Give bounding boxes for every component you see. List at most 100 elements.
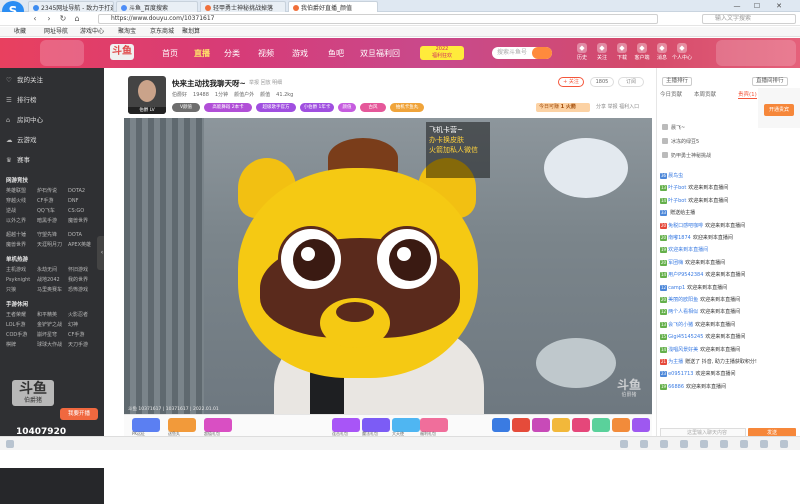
sidebar-category[interactable]: 马里奥赛车 bbox=[37, 286, 68, 293]
panel-tab[interactable]: 本周贡献 bbox=[694, 90, 716, 98]
nav-item[interactable]: 视频 bbox=[258, 48, 274, 59]
sidebar-category[interactable]: APEX英雄 bbox=[68, 241, 99, 248]
chat-message[interactable]: 13 会飞的小猪 欢迎来到本直播间 bbox=[660, 321, 800, 328]
sidebar-category[interactable]: 以外之界 bbox=[6, 217, 37, 224]
sidebar-item[interactable]: ☁ 云游戏 bbox=[6, 134, 37, 144]
chat-username[interactable]: 叶子bot bbox=[668, 185, 686, 191]
sidebar-category[interactable]: 永劫无间 bbox=[37, 266, 68, 273]
gift-item[interactable] bbox=[332, 418, 360, 432]
sidebar-item[interactable]: ♡ 我的关注 bbox=[6, 74, 43, 84]
panel-tab[interactable]: 今日贡献 bbox=[660, 90, 682, 98]
sidebar-category[interactable]: DNF bbox=[68, 198, 99, 204]
sidebar-category[interactable]: COD手游 bbox=[6, 331, 37, 338]
sidebar-category[interactable]: 火影忍者 bbox=[68, 311, 99, 318]
forward-icon[interactable]: › bbox=[44, 14, 54, 24]
chat-username[interactable]: 军团嗨 bbox=[668, 260, 683, 266]
status-icon[interactable] bbox=[760, 440, 768, 448]
close-icon[interactable]: ✕ bbox=[770, 0, 788, 12]
maximize-icon[interactable]: ☐ bbox=[748, 0, 766, 12]
sidebar-category[interactable]: 幻神 bbox=[68, 321, 99, 328]
sidebar-category[interactable]: 主机游戏 bbox=[6, 266, 37, 273]
gift-item[interactable] bbox=[592, 418, 610, 432]
open-vip-button[interactable]: 开通贵宾 bbox=[764, 104, 794, 116]
bookmark-item[interactable]: 聚淘宝 bbox=[118, 28, 136, 36]
chat-message[interactable]: 13 叶子bot 欢迎来到本直播间 bbox=[660, 184, 800, 192]
sidebar-category[interactable]: 球球大作战 bbox=[37, 341, 68, 348]
sidebar-category[interactable]: 金铲铲之战 bbox=[37, 321, 68, 328]
streamer-avatar[interactable]: 伯爵 LV bbox=[128, 76, 166, 114]
chat-message[interactable]: 19 欢迎来到本直播间 bbox=[660, 246, 800, 254]
sidebar-item[interactable]: ♛ 赛事 bbox=[6, 154, 30, 164]
status-icon[interactable] bbox=[780, 440, 788, 448]
status-icon[interactable] bbox=[700, 440, 708, 448]
sidebar-category[interactable]: CF手游 bbox=[68, 331, 99, 338]
header-user-button[interactable]: ◆ 个人中心 bbox=[670, 43, 694, 61]
sidebar-category[interactable]: 魔兽世界 bbox=[6, 241, 37, 248]
status-icon[interactable] bbox=[740, 440, 748, 448]
bookmark-item[interactable]: 网址导航 bbox=[44, 28, 68, 36]
chat-message[interactable]: 12 camp1 欢迎来到本直播间 bbox=[660, 284, 800, 291]
chat-username[interactable]: camp1 bbox=[668, 285, 685, 291]
status-icon[interactable] bbox=[6, 440, 14, 448]
room-badge[interactable]: 超级歌手官方 bbox=[256, 103, 296, 112]
chat-message[interactable]: 12 两个人看相似 欢迎来到本直播间 bbox=[660, 308, 800, 316]
nav-item[interactable]: 直播 bbox=[194, 48, 210, 59]
bookmark-item[interactable]: 收藏 bbox=[14, 28, 26, 36]
chat-message[interactable]: 20 美丽的欧阳鱼 欢迎来到本直播间 bbox=[660, 296, 800, 303]
status-icon[interactable] bbox=[660, 440, 668, 448]
sidebar-category[interactable]: 怀旧游戏 bbox=[68, 266, 99, 273]
sidebar-category[interactable]: 王者荣耀 bbox=[6, 311, 37, 318]
streamer-rank-button[interactable]: 主播排行 bbox=[662, 77, 693, 86]
sidebar-category[interactable]: DOTA bbox=[68, 232, 99, 238]
chat-username[interactable]: 为主播 bbox=[668, 359, 683, 365]
subscribe-button[interactable]: 订阅 bbox=[618, 77, 644, 87]
rank-row[interactable]: 晨飞~ bbox=[662, 124, 685, 131]
home-icon[interactable]: ⌂ bbox=[72, 14, 82, 24]
sidebar-category[interactable]: 守望先锋 bbox=[37, 231, 68, 238]
sidebar-category[interactable]: 炉石传说 bbox=[37, 187, 68, 194]
room-badge[interactable]: 颜值 bbox=[338, 103, 356, 112]
status-icon[interactable] bbox=[720, 440, 728, 448]
chat-message[interactable]: 20 免税口感吧咖啡 欢迎来到本直播间 bbox=[660, 222, 800, 229]
chat-message[interactable]: 19 66886 欢迎来到本直播间 bbox=[660, 383, 800, 390]
sidebar-category[interactable]: 超越十锤 bbox=[6, 231, 37, 238]
refresh-icon[interactable]: ↻ bbox=[58, 14, 68, 24]
nav-item[interactable]: 双旦福利回 bbox=[360, 48, 400, 59]
address-bar[interactable]: https://www.douyu.com/10371617 bbox=[98, 14, 658, 24]
sidebar-category[interactable]: 穿越火线 bbox=[6, 197, 37, 204]
gift-item[interactable] bbox=[492, 418, 510, 432]
minimize-icon[interactable]: — bbox=[728, 0, 746, 12]
chat-username[interactable]: Gigi45145245 bbox=[668, 334, 703, 340]
status-icon[interactable] bbox=[640, 440, 648, 448]
room-subtitle[interactable]: 举报 回放 明细 bbox=[249, 79, 282, 86]
sidebar-item[interactable]: ☰ 排行榜 bbox=[6, 94, 37, 104]
chat-username[interactable]: 用户P9542384 bbox=[668, 272, 703, 278]
gift-item[interactable] bbox=[572, 418, 590, 432]
sidebar-category[interactable]: 棋牌 bbox=[6, 341, 37, 348]
browser-tab[interactable]: 2345网址导航 - 致力于打造 bbox=[28, 1, 114, 12]
sidebar-category[interactable]: DOTA2 bbox=[68, 188, 99, 194]
room-rank-button[interactable]: 直播间排行 bbox=[752, 77, 788, 86]
gift-item[interactable] bbox=[552, 418, 570, 432]
start-stream-button[interactable]: 我要开播 bbox=[60, 408, 98, 420]
chat-username[interactable]: 66886 bbox=[668, 384, 684, 390]
chat-username[interactable]: 欢迎来到本直播间 bbox=[668, 247, 708, 253]
share-links[interactable]: 分享 举报 福利入口 bbox=[596, 103, 639, 110]
chat-message[interactable]: 14 浅唱风景好美 欢迎来到本直播间 bbox=[660, 346, 800, 353]
room-badge[interactable]: 抽机卡鱼丸 bbox=[390, 103, 424, 112]
sidebar-category[interactable]: 我的世界 bbox=[68, 276, 99, 283]
room-badge[interactable]: 高能舞蹈 2本卡 bbox=[204, 103, 252, 112]
sidebar-category[interactable]: CF手游 bbox=[37, 197, 68, 204]
rank-row[interactable]: 冰冻的绿豆5 bbox=[662, 138, 699, 145]
sidebar-category[interactable]: LOL手游 bbox=[6, 321, 37, 328]
sidebar-category[interactable]: 崩坏星穹 bbox=[37, 331, 68, 338]
chat-message[interactable]: 21 为主播 赠送了 抖音, 助力主播获取积分! bbox=[660, 358, 800, 365]
chat-username[interactable]: 南嘟1874 bbox=[668, 235, 691, 241]
panel-tab[interactable]: 贵宾(1) bbox=[738, 90, 757, 99]
douyu-logo[interactable]: 斗鱼 bbox=[110, 44, 134, 60]
video-player[interactable] bbox=[124, 118, 652, 414]
room-badge[interactable]: 古风 bbox=[360, 103, 386, 112]
sidebar-category[interactable]: CS:GO bbox=[68, 208, 99, 214]
bookmark-item[interactable]: 游戏中心 bbox=[80, 28, 104, 36]
chat-username[interactable]: 浅唱风景好美 bbox=[668, 347, 698, 353]
